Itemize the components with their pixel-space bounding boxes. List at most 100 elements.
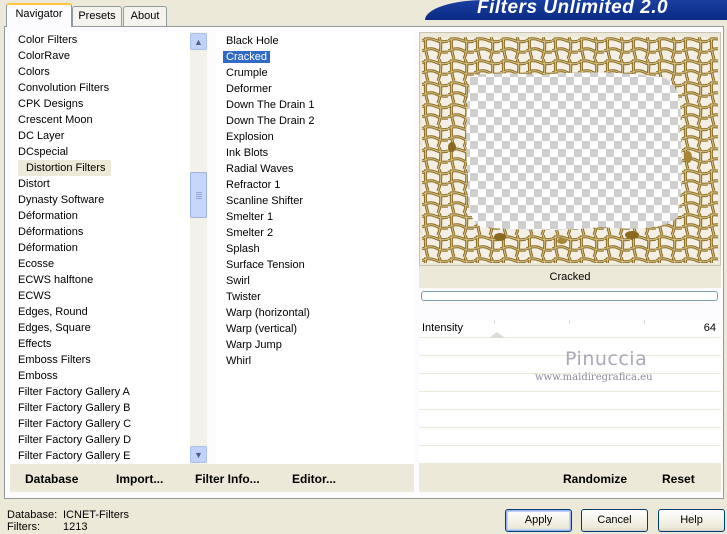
preview-filter-name: Cracked <box>419 266 721 288</box>
category-item[interactable]: Effects <box>10 336 190 352</box>
chevron-up-icon[interactable]: ▲ <box>190 33 207 50</box>
tab-presets[interactable]: Presets <box>72 6 122 26</box>
filter-item[interactable]: Explosion <box>216 129 414 145</box>
param-row-empty <box>419 446 721 464</box>
filter-list[interactable]: Black Hole Cracked Crumple Deformer Down The… <box>216 32 414 464</box>
filter-label: Cracked <box>223 51 270 63</box>
category-item[interactable]: Ecosse <box>10 256 190 272</box>
filter-item[interactable]: Smelter 1 <box>216 209 414 225</box>
category-item[interactable]: Filter Factory Gallery A <box>10 384 190 400</box>
apply-button[interactable]: Apply <box>505 509 572 532</box>
database-label: Database: <box>7 509 58 521</box>
filter-label: Warp (horizontal) <box>226 307 310 319</box>
category-item[interactable]: Edges, Round <box>10 304 190 320</box>
filter-label: Down The Drain 2 <box>226 115 315 127</box>
filter-item[interactable]: Ink Blots <box>216 145 414 161</box>
chevron-down-icon[interactable]: ▼ <box>190 446 207 463</box>
category-item[interactable]: Distortion Filters <box>10 160 190 176</box>
filter-item[interactable]: Crumple <box>216 65 414 81</box>
param-row-empty <box>419 410 721 428</box>
filter-item[interactable]: Down The Drain 2 <box>216 113 414 129</box>
category-list[interactable]: Color Filters ColorRave Colors Convolution … <box>10 32 190 464</box>
filter-item[interactable]: Swirl <box>216 273 414 289</box>
category-label: Filter Factory Gallery B <box>18 402 131 414</box>
parameter-panel[interactable]: Intensity 64 <box>419 320 721 464</box>
category-label: Filter Factory Gallery C <box>18 418 132 430</box>
category-item[interactable]: Emboss Filters <box>10 352 190 368</box>
filter-label: Warp Jump <box>226 339 282 351</box>
editor-button[interactable]: Editor... <box>292 472 336 486</box>
filter-item[interactable]: Deformer <box>216 81 414 97</box>
category-item[interactable]: Dynasty Software <box>10 192 190 208</box>
cancel-button[interactable]: Cancel <box>581 509 648 532</box>
category-label: Ecosse <box>18 258 55 270</box>
filter-item[interactable]: Warp (horizontal) <box>216 305 414 321</box>
filter-info-button[interactable]: Filter Info... <box>195 472 260 486</box>
param-intensity[interactable]: Intensity 64 <box>419 320 721 338</box>
filter-label: Splash <box>226 243 260 255</box>
filter-label: Smelter 1 <box>226 211 274 223</box>
help-button[interactable]: Help <box>658 509 725 532</box>
filter-item[interactable]: Warp Jump <box>216 337 414 353</box>
category-label: Déformations <box>18 226 84 238</box>
category-scrollbar[interactable]: ▲ ▼ <box>190 32 207 464</box>
filter-item[interactable]: Down The Drain 1 <box>216 97 414 113</box>
tab-about[interactable]: About <box>123 6 167 26</box>
category-item[interactable]: Distort <box>10 176 190 192</box>
category-item[interactable]: CPK Designs <box>10 96 190 112</box>
filter-item[interactable]: Splash <box>216 241 414 257</box>
category-item[interactable]: Edges, Square <box>10 320 190 336</box>
category-label: Emboss <box>18 370 58 382</box>
filter-label: Smelter 2 <box>226 227 274 239</box>
tab-navigator[interactable]: Navigator <box>6 3 72 27</box>
filter-label: Ink Blots <box>226 147 269 159</box>
category-item[interactable]: Filter Factory Gallery E <box>10 448 190 464</box>
filter-item[interactable]: Black Hole <box>216 33 414 49</box>
filter-label: Down The Drain 1 <box>226 99 315 111</box>
category-label: Filter Factory Gallery E <box>18 450 131 462</box>
category-label: Filter Factory Gallery A <box>18 386 130 398</box>
app-banner: Filters Unlimited 2.0 <box>425 0 727 20</box>
category-item[interactable]: Crescent Moon <box>10 112 190 128</box>
category-label: CPK Designs <box>18 98 84 110</box>
category-item[interactable]: Colors <box>10 64 190 80</box>
category-item[interactable]: Emboss <box>10 368 190 384</box>
database-value: ICNET-Filters <box>63 509 129 521</box>
filter-item[interactable]: Surface Tension <box>216 257 414 273</box>
category-item[interactable]: Filter Factory Gallery D <box>10 432 190 448</box>
category-item[interactable]: ECWS halftone <box>10 272 190 288</box>
category-item[interactable]: Déformation <box>10 240 190 256</box>
filter-item[interactable]: Warp (vertical) <box>216 321 414 337</box>
category-item[interactable]: Déformations <box>10 224 190 240</box>
category-item[interactable]: Filter Factory Gallery B <box>10 400 190 416</box>
category-item[interactable]: Convolution Filters <box>10 80 190 96</box>
watermark-name: Pinuccia <box>565 348 648 370</box>
category-label: Déformation <box>18 210 78 222</box>
category-item[interactable]: ColorRave <box>10 48 190 64</box>
filter-item[interactable]: Scanline Shifter <box>216 193 414 209</box>
filter-item[interactable]: Twister <box>216 289 414 305</box>
filter-label: Swirl <box>226 275 250 287</box>
filter-label: Scanline Shifter <box>226 195 304 207</box>
filter-item[interactable]: Cracked <box>216 49 414 65</box>
watermark-url: www.maidiregrafica.eu <box>535 372 653 383</box>
randomize-button[interactable]: Randomize <box>563 472 627 486</box>
filter-item[interactable]: Whirl <box>216 353 414 369</box>
category-item[interactable]: DCspecial <box>10 144 190 160</box>
reset-button[interactable]: Reset <box>662 472 695 486</box>
filter-item[interactable]: Refractor 1 <box>216 177 414 193</box>
scrollbar-thumb[interactable] <box>190 172 207 218</box>
filter-item[interactable]: Smelter 2 <box>216 225 414 241</box>
category-item[interactable]: DC Layer <box>10 128 190 144</box>
category-item[interactable]: Filter Factory Gallery C <box>10 416 190 432</box>
database-button[interactable]: Database <box>25 472 78 486</box>
category-item[interactable]: Color Filters <box>10 32 190 48</box>
category-label: DCspecial <box>18 146 69 158</box>
category-item[interactable]: ECWS <box>10 288 190 304</box>
import-button[interactable]: Import... <box>116 472 163 486</box>
filter-item[interactable]: Radial Waves <box>216 161 414 177</box>
filter-label: Explosion <box>226 131 274 143</box>
param-row-empty <box>419 428 721 446</box>
category-item[interactable]: Déformation <box>10 208 190 224</box>
category-label: Convolution Filters <box>18 82 110 94</box>
